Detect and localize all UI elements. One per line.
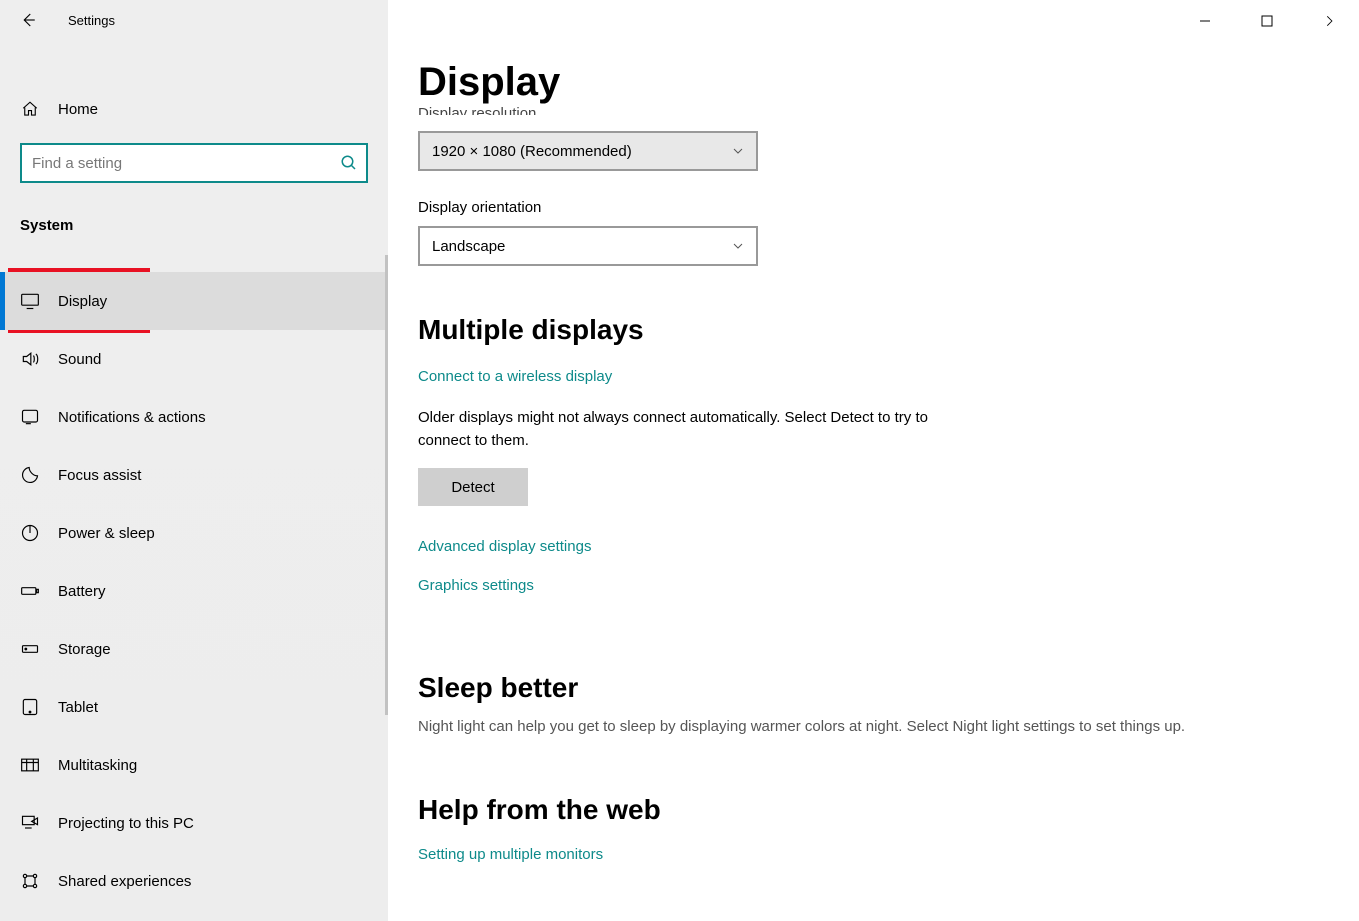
search-input[interactable]	[32, 155, 340, 172]
sidebar-item-storage[interactable]: Storage	[0, 620, 388, 678]
sidebar-item-projecting[interactable]: Projecting to this PC	[0, 794, 388, 852]
sidebar-home[interactable]: Home	[0, 85, 388, 133]
window-title: Settings	[68, 13, 115, 28]
sidebar-item-label: Projecting to this PC	[58, 815, 194, 832]
window-controls	[1185, 6, 1349, 36]
chevron-down-icon	[730, 238, 746, 254]
sidebar-section-title: System	[0, 217, 388, 234]
sidebar-item-power-sleep[interactable]: Power & sleep	[0, 504, 388, 562]
sidebar-item-label: Notifications & actions	[58, 409, 206, 426]
focus-assist-icon	[20, 465, 40, 485]
orientation-select[interactable]: Landscape	[418, 226, 758, 266]
sidebar-item-battery[interactable]: Battery	[0, 562, 388, 620]
sidebar-item-label: Shared experiences	[58, 873, 191, 890]
power-icon	[20, 523, 40, 543]
sidebar-item-label: Tablet	[58, 699, 98, 716]
shared-experiences-icon	[20, 871, 40, 891]
sidebar-categories: Display Sound Notifications & actions Fo…	[0, 272, 388, 910]
resolution-label-clipped: Display resolution	[418, 105, 1329, 115]
main-content: Display Display resolution 1920 × 1080 (…	[388, 0, 1359, 921]
detect-button[interactable]: Detect	[418, 468, 528, 506]
help-from-web-heading: Help from the web	[418, 794, 1329, 826]
resolution-value: 1920 × 1080 (Recommended)	[432, 143, 632, 160]
sidebar-item-label: Display	[58, 293, 107, 310]
sidebar-item-label: Battery	[58, 583, 106, 600]
back-arrow-icon[interactable]	[18, 10, 38, 30]
search-icon	[340, 154, 358, 172]
connect-wireless-display-link[interactable]: Connect to a wireless display	[418, 368, 612, 385]
sleep-better-body: Night light can help you get to sleep by…	[418, 716, 1318, 738]
page-title: Display	[418, 60, 1329, 105]
orientation-label: Display orientation	[418, 199, 1329, 216]
sidebar-item-label: Focus assist	[58, 467, 141, 484]
maximize-button[interactable]	[1247, 6, 1287, 36]
forward-button[interactable]	[1309, 6, 1349, 36]
minimize-button[interactable]	[1185, 6, 1225, 36]
notifications-icon	[20, 407, 40, 427]
sidebar-home-label: Home	[58, 101, 98, 118]
orientation-value: Landscape	[432, 238, 505, 255]
sidebar: Settings Home System Display Sound	[0, 0, 388, 921]
graphics-settings-link[interactable]: Graphics settings	[418, 577, 534, 594]
detect-hint-text: Older displays might not always connect …	[418, 407, 958, 452]
sidebar-item-label: Storage	[58, 641, 111, 658]
chevron-down-icon	[730, 143, 746, 159]
sidebar-item-label: Power & sleep	[58, 525, 155, 542]
multiple-displays-heading: Multiple displays	[418, 314, 1329, 346]
search-box[interactable]	[20, 143, 368, 183]
advanced-display-settings-link[interactable]: Advanced display settings	[418, 538, 591, 555]
help-link-multiple-monitors[interactable]: Setting up multiple monitors	[418, 846, 603, 863]
sidebar-item-multitasking[interactable]: Multitasking	[0, 736, 388, 794]
sidebar-item-label: Sound	[58, 351, 101, 368]
sidebar-item-focus-assist[interactable]: Focus assist	[0, 446, 388, 504]
storage-icon	[20, 639, 40, 659]
display-icon	[20, 291, 40, 311]
tablet-icon	[20, 697, 40, 717]
home-icon	[20, 100, 40, 118]
battery-icon	[20, 581, 40, 601]
projecting-icon	[20, 813, 40, 833]
sound-icon	[20, 349, 40, 369]
sleep-better-heading: Sleep better	[418, 672, 1329, 704]
sidebar-item-notifications[interactable]: Notifications & actions	[0, 388, 388, 446]
multitasking-icon	[20, 755, 40, 775]
sidebar-header: Settings	[0, 0, 388, 40]
resolution-select[interactable]: 1920 × 1080 (Recommended)	[418, 131, 758, 171]
sidebar-item-sound[interactable]: Sound	[0, 330, 388, 388]
sidebar-item-display[interactable]: Display	[0, 272, 388, 330]
sidebar-item-label: Multitasking	[58, 757, 137, 774]
sidebar-item-tablet[interactable]: Tablet	[0, 678, 388, 736]
sidebar-item-shared-experiences[interactable]: Shared experiences	[0, 852, 388, 910]
